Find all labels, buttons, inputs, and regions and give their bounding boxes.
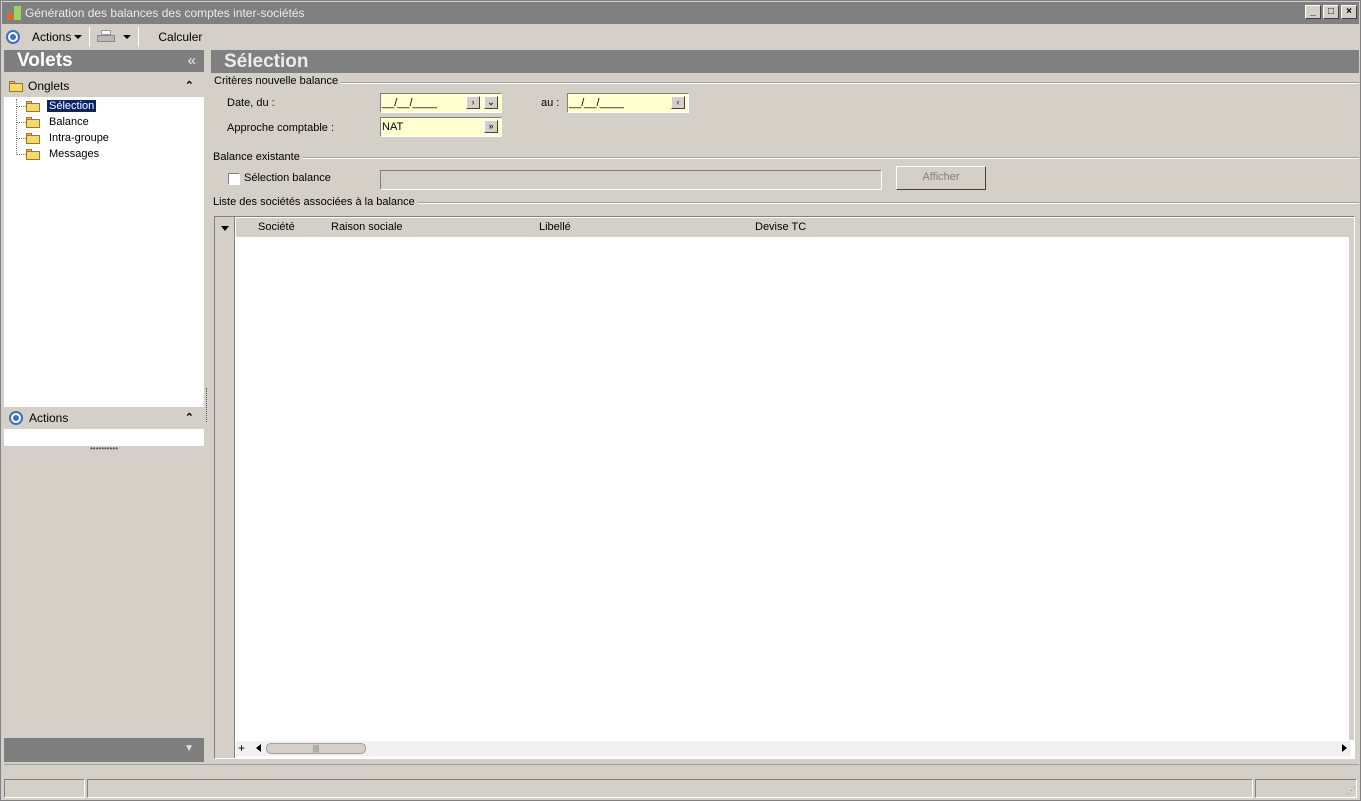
printer-icon [97, 30, 116, 44]
column-header-libelle[interactable]: Libellé [539, 221, 571, 233]
application-window: Génération des balances des comptes inte… [0, 0, 1361, 801]
resize-grip-icon[interactable]: ⋰ [1347, 785, 1356, 796]
chevron-down-icon [74, 35, 83, 39]
scroll-right-icon[interactable] [1342, 744, 1347, 752]
add-row-icon[interactable]: + [238, 741, 245, 756]
toolbar-separator [89, 27, 91, 47]
minimize-button[interactable]: _ [1305, 5, 1321, 19]
approach-label: Approche comptable : [227, 122, 335, 134]
actions-menu-label: Actions [32, 30, 72, 44]
section-divider [214, 157, 1359, 159]
date-next-icon[interactable]: › [466, 96, 480, 109]
actions-group-label: Actions [29, 411, 69, 425]
tree-item-label: Balance [49, 116, 89, 128]
column-header-raison-sociale[interactable]: Raison sociale [331, 221, 403, 233]
date-from-label: Date, du : [227, 97, 275, 109]
companies-section-title: Liste des sociétés associées à la balanc… [213, 196, 418, 208]
actions-menu-button[interactable]: Actions [28, 26, 86, 48]
divider [4, 764, 1359, 765]
column-header-devise-tc[interactable]: Devise TC [755, 221, 806, 233]
date-from-field[interactable]: __/__/____ › ⌄ [380, 93, 502, 113]
tabs-group-header[interactable]: Onglets ⌃ [4, 75, 204, 97]
tree-item-selection[interactable]: Sélection [4, 98, 204, 114]
collapse-panel-icon[interactable]: « [188, 50, 196, 72]
toolbar-separator [138, 27, 140, 47]
close-button[interactable]: × [1341, 5, 1357, 19]
navigation-circle-icon [6, 30, 20, 44]
tabs-group-label: Onglets [28, 79, 70, 93]
column-chooser-icon[interactable] [221, 226, 229, 231]
volets-panel: Volets « Onglets ⌃ Sélection Balance Int… [4, 50, 204, 762]
actions-circle-icon [9, 411, 23, 425]
existing-section-title: Balance existante [213, 151, 303, 163]
page-title: Sélection [211, 50, 1359, 73]
double-chevron-down-icon[interactable]: » [484, 120, 498, 133]
chevron-down-icon[interactable]: ⌄ [484, 96, 498, 109]
horizontal-scrollbar[interactable]: + ||| [236, 741, 1351, 756]
date-to-label: au : [541, 97, 560, 109]
collapse-group-icon[interactable]: ⌃ [185, 79, 194, 92]
status-cell [4, 779, 85, 798]
column-header-societe[interactable]: Société [258, 221, 295, 233]
toolbar: Actions Calculer [2, 25, 1359, 49]
tree-item-label: Intra-groupe [49, 132, 109, 144]
app-icon [6, 5, 22, 21]
tree-item-messages[interactable]: Messages [4, 146, 204, 162]
folder-icon [26, 116, 40, 128]
show-button[interactable]: Afficher [896, 166, 986, 190]
tree-item-label: Sélection [45, 99, 98, 113]
tree-item-balance[interactable]: Balance [4, 114, 204, 130]
folder-icon [9, 80, 23, 92]
tree-item-intra-groupe[interactable]: Intra-groupe [4, 130, 204, 146]
select-balance-checkbox[interactable] [228, 173, 240, 185]
volets-header: Volets « [4, 50, 204, 72]
status-cell [87, 779, 1253, 798]
vertical-splitter[interactable] [206, 388, 208, 422]
window-title: Génération des balances des comptes inte… [25, 6, 305, 20]
date-to-value: __/__/____ [569, 97, 625, 109]
title-bar: Génération des balances des comptes inte… [2, 2, 1359, 24]
existing-balance-field[interactable] [380, 170, 882, 190]
vertical-scrollbar[interactable] [1349, 218, 1354, 740]
open-folder-icon [26, 100, 40, 112]
toolbar-nav-button[interactable] [2, 26, 24, 48]
scroll-left-icon[interactable] [256, 744, 261, 752]
status-bar: ⋰ [4, 779, 1359, 799]
collapse-group-icon[interactable]: ⌃ [185, 411, 194, 424]
maximize-button[interactable]: □ [1323, 5, 1339, 19]
selection-panel: Sélection Critères nouvelle balance Date… [211, 50, 1359, 762]
chevron-down-icon[interactable]: ▼ [184, 743, 194, 754]
grid-header-row: Société Raison sociale Libellé Devise TC [236, 218, 1351, 237]
panel-overflow-bar[interactable]: ▼ [4, 738, 204, 762]
criteria-section-title: Critères nouvelle balance [214, 75, 342, 87]
panel-splitter[interactable]: •••••••••• [4, 445, 204, 455]
section-divider [214, 82, 1359, 84]
folder-icon [26, 148, 40, 160]
volets-title: Volets [17, 50, 73, 71]
date-to-field[interactable]: __/__/____ ‹ [567, 93, 689, 113]
date-from-value: __/__/____ [382, 97, 438, 109]
print-button[interactable] [93, 26, 135, 48]
select-balance-label: Sélection balance [244, 172, 331, 184]
actions-group-header[interactable]: Actions ⌃ [4, 407, 204, 429]
folder-icon [26, 132, 40, 144]
date-prev-icon[interactable]: ‹ [671, 96, 685, 109]
grid-row-header [215, 217, 235, 758]
calculate-label: Calculer [158, 30, 203, 44]
chevron-down-icon [123, 35, 132, 39]
approach-select[interactable]: NAT » [380, 117, 502, 137]
tabs-tree: Sélection Balance Intra-groupe Messages [4, 97, 204, 446]
companies-grid[interactable]: Société Raison sociale Libellé Devise TC… [214, 216, 1355, 759]
calculate-button[interactable]: Calculer [154, 26, 206, 48]
status-cell [1255, 779, 1357, 798]
approach-value: NAT [382, 121, 404, 133]
tree-item-label: Messages [49, 148, 100, 160]
scrollbar-thumb[interactable]: ||| [266, 743, 366, 754]
